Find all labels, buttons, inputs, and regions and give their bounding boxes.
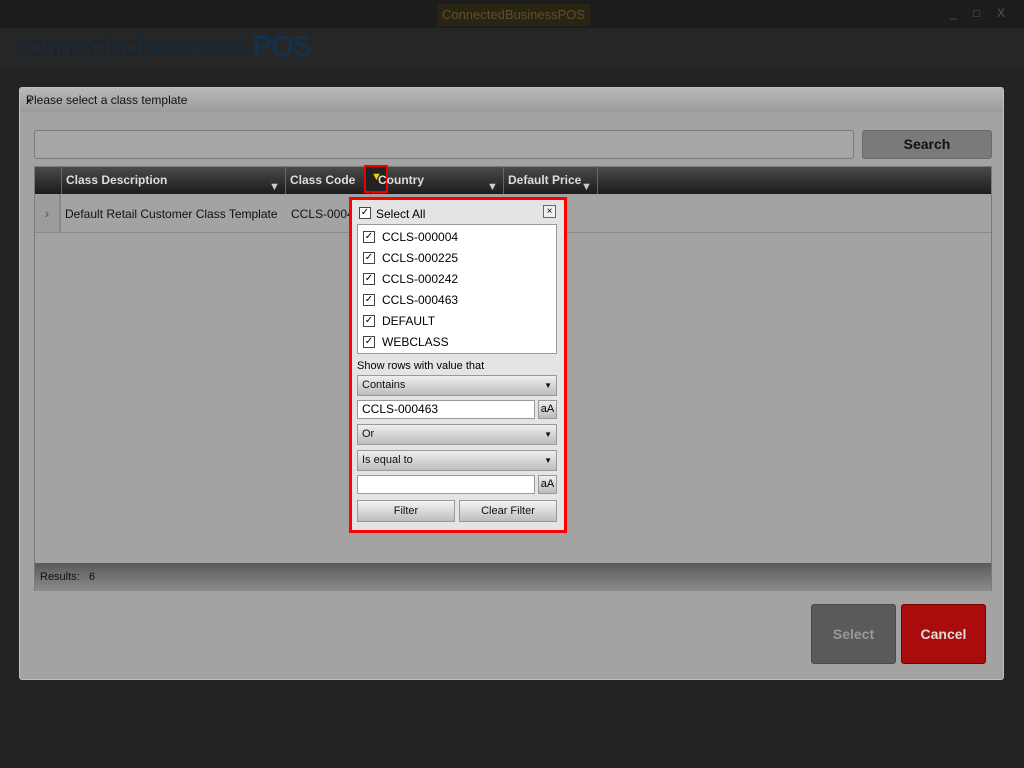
list-item[interactable]: ✓ CCLS-000004 <box>363 227 553 248</box>
match-case-toggle-2[interactable]: aA <box>538 475 557 494</box>
maximize-button[interactable]: □ <box>973 6 980 20</box>
show-rows-label: Show rows with value that <box>357 360 485 372</box>
cancel-button[interactable]: Cancel <box>901 604 986 664</box>
checkbox[interactable]: ✓ <box>363 336 375 348</box>
dialog-close-button[interactable]: x <box>26 93 993 107</box>
logic-dropdown[interactable]: Or ▼ <box>357 424 557 445</box>
grid-header: Class Description ▼ Class Code ▼ Country ▼… <box>35 165 991 194</box>
value1-input[interactable]: CCLS-000463 <box>357 400 535 419</box>
close-window-button[interactable]: X <box>997 6 1005 20</box>
checkbox[interactable]: ✓ <box>363 231 375 243</box>
filter-popup: ✓ Select All × ✓ CCLS-000004 ✓ CCLS-000225… <box>349 197 567 533</box>
chevron-down-icon: ▼ <box>544 456 552 465</box>
checkbox[interactable]: ✓ <box>363 315 375 327</box>
header-spacer <box>35 167 62 194</box>
column-class-code[interactable]: Class Code <box>286 167 374 194</box>
popup-close-button[interactable]: × <box>543 205 556 218</box>
logo: connectedbusiness POS <box>14 30 313 63</box>
list-item[interactable]: ✓ WEBCLASS <box>363 332 553 353</box>
dialog-titlebar: Please select a class template x <box>20 88 1003 112</box>
checkbox[interactable]: ✓ <box>363 294 375 306</box>
filter-button[interactable]: Filter <box>357 500 455 522</box>
clear-filter-button[interactable]: Clear Filter <box>459 500 557 522</box>
minimize-button[interactable]: _ <box>950 6 957 20</box>
select-all-checkbox[interactable]: ✓ <box>359 207 371 219</box>
value-list: ✓ CCLS-000004 ✓ CCLS-000225 ✓ CCLS-000242 ✓… <box>357 224 557 354</box>
column-class-description[interactable]: Class Description ▼ <box>62 167 286 194</box>
select-all-label: Select All <box>376 207 426 221</box>
chevron-down-icon: ▼ <box>544 381 552 390</box>
value2-input[interactable] <box>357 475 535 494</box>
results-label: Results: <box>40 571 80 583</box>
operator2-dropdown[interactable]: Is equal to ▼ <box>357 450 557 471</box>
filter-icon[interactable]: ▼ <box>487 174 498 193</box>
window-titlebar: ConnectedBusinessPOS _ □ X <box>0 0 1024 28</box>
checkbox[interactable]: ✓ <box>363 273 375 285</box>
operator1-dropdown[interactable]: Contains ▼ <box>357 375 557 396</box>
list-item[interactable]: ✓ CCLS-000242 <box>363 269 553 290</box>
search-button[interactable]: Search <box>862 130 992 159</box>
checkbox[interactable]: ✓ <box>363 252 375 264</box>
cell-description: Default Retail Customer Class Template <box>65 207 278 221</box>
match-case-toggle-1[interactable]: aA <box>538 400 557 419</box>
row-expand-icon[interactable]: › <box>35 194 61 232</box>
grid-footer: Results: 6 <box>35 563 991 591</box>
select-button[interactable]: Select <box>811 604 896 664</box>
column-default-price[interactable]: Default Price ▼ <box>504 167 598 194</box>
list-item[interactable]: ✓ CCLS-000463 <box>363 290 553 311</box>
search-input[interactable] <box>34 130 854 159</box>
chevron-down-icon: ▼ <box>544 430 552 439</box>
results-count: 6 <box>89 571 96 583</box>
filter-icon[interactable]: ▼ <box>581 174 592 193</box>
column-country[interactable]: Country ▼ <box>374 167 504 194</box>
window-title: ConnectedBusinessPOS <box>437 4 590 26</box>
list-item[interactable]: ✓ DEFAULT <box>363 311 553 332</box>
filter-icon[interactable]: ▼ <box>269 174 280 193</box>
list-item[interactable]: ✓ CCLS-000225 <box>363 248 553 269</box>
